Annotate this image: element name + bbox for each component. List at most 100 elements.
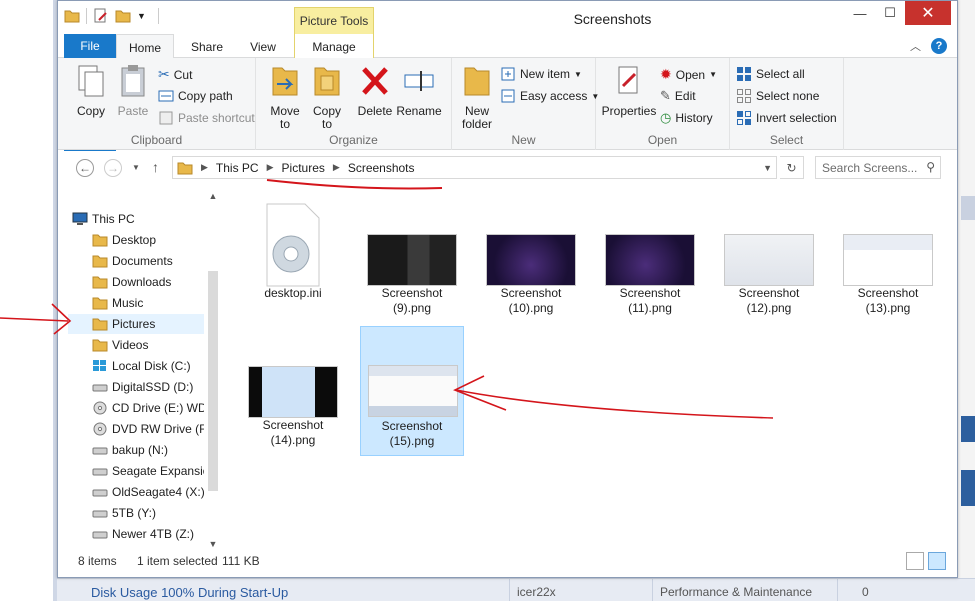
- file-list: desktop.ini Screenshot (9).png Screenshot (1…: [226, 191, 946, 549]
- nav-item-documents[interactable]: Documents: [68, 251, 204, 271]
- help-icon[interactable]: ?: [931, 38, 947, 54]
- tab-share[interactable]: Share: [178, 34, 236, 58]
- ribbon: Copy Paste ✂ Cut Copy path Paste shortcu…: [58, 58, 957, 150]
- file-item[interactable]: desktop.ini: [241, 194, 345, 324]
- copy-to-button[interactable]: Copy to: [304, 64, 350, 131]
- address-bar[interactable]: ▶ This PC ▶ Pictures ▶ Screenshots ▼: [172, 156, 777, 179]
- select-all-button[interactable]: Select all: [736, 66, 805, 82]
- collapse-ribbon-icon[interactable]: ︿: [910, 38, 921, 54]
- rename-icon: [404, 71, 434, 91]
- close-button[interactable]: ✕: [905, 1, 951, 25]
- nav-item-bakup-n[interactable]: bakup (N:): [68, 440, 204, 460]
- edit-button[interactable]: ✎ Edit: [660, 88, 696, 104]
- file-item[interactable]: Screenshot (14).png: [241, 326, 345, 456]
- nav-item-videos[interactable]: Videos: [68, 335, 204, 355]
- scroll-down-icon[interactable]: ▼: [206, 539, 220, 549]
- cut-button[interactable]: ✂ Cut: [158, 66, 192, 83]
- nav-item-label: Newer 4TB (Z:): [112, 527, 195, 541]
- navigation-pane: This PC Desktop Documents Downloads Music Pic…: [68, 191, 220, 549]
- scissors-icon: ✂: [158, 66, 170, 82]
- nav-item-cd-drive-e-wd[interactable]: CD Drive (E:) WD: [68, 398, 204, 418]
- back-arrow-icon: ←: [79, 161, 91, 175]
- large-icons-view-button[interactable]: [928, 552, 946, 570]
- nav-item-music[interactable]: Music: [68, 293, 204, 313]
- copy-button[interactable]: Copy: [68, 64, 114, 118]
- file-item[interactable]: Screenshot (10).png: [479, 194, 583, 324]
- nav-item-this-pc[interactable]: This PC: [68, 209, 204, 229]
- background-page-right: [958, 0, 975, 601]
- address-dropdown-icon[interactable]: ▼: [763, 163, 772, 173]
- file-item[interactable]: Screenshot (12).png: [717, 194, 821, 324]
- nav-item-label: Downloads: [112, 275, 172, 289]
- forum-topic-count: 0: [862, 585, 869, 599]
- drive-icon: [92, 464, 108, 478]
- nav-item-downloads[interactable]: Downloads: [68, 272, 204, 292]
- file-name-line: (15).png: [389, 434, 435, 448]
- nav-item-newer-4tb-z[interactable]: Newer 4TB (Z:): [68, 524, 204, 544]
- properties-button[interactable]: Properties: [600, 64, 658, 118]
- details-view-button[interactable]: [906, 552, 924, 570]
- tab-home[interactable]: Home: [116, 34, 174, 59]
- nav-item-5tb-y[interactable]: 5TB (Y:): [68, 503, 204, 523]
- breadcrumb-screenshots[interactable]: Screenshots: [348, 161, 415, 175]
- file-item[interactable]: Screenshot (11).png: [598, 194, 702, 324]
- drive-icon: [92, 443, 108, 457]
- maximize-button[interactable]: ☐: [875, 1, 905, 25]
- delete-button[interactable]: Delete: [352, 64, 398, 118]
- nav-item-desktop[interactable]: Desktop: [68, 230, 204, 250]
- recent-locations-dropdown-icon[interactable]: ▼: [132, 163, 140, 172]
- up-arrow-icon[interactable]: ↑: [152, 159, 159, 175]
- history-icon: ◷: [660, 110, 672, 125]
- tab-view[interactable]: View: [236, 34, 290, 58]
- new-item-button[interactable]: New item ▼: [500, 66, 582, 82]
- nav-item-pictures[interactable]: Pictures: [68, 314, 204, 334]
- chevron-right-icon: ▶: [332, 162, 340, 172]
- scroll-up-icon[interactable]: ▲: [206, 191, 220, 201]
- open-button[interactable]: ✹ Open ▼: [660, 66, 717, 83]
- new-item-icon: [501, 67, 515, 81]
- nav-item-label: Documents: [112, 254, 173, 268]
- nav-item-local-disk-c[interactable]: Local Disk (C:): [68, 356, 204, 376]
- select-all-icon: [737, 67, 751, 81]
- file-item[interactable]: Screenshot (13).png: [836, 194, 940, 324]
- image-thumbnail: [367, 234, 457, 286]
- rename-button[interactable]: Rename: [396, 64, 442, 118]
- scroll-thumb[interactable]: [208, 271, 218, 491]
- history-button[interactable]: ◷ History: [660, 110, 713, 126]
- delete-label: Delete: [357, 104, 393, 118]
- file-item[interactable]: Screenshot (9).png: [360, 194, 464, 324]
- nav-item-dvd-rw-drive-f[interactable]: DVD RW Drive (F:: [68, 419, 204, 439]
- file-item[interactable]: Screenshot (15).png: [360, 326, 464, 456]
- search-input[interactable]: Search Screens... ⚲: [815, 156, 941, 179]
- selection-size: 111 KB: [222, 554, 260, 568]
- new-folder-label-2: folder: [461, 117, 493, 131]
- nav-item-oldseagate4-x[interactable]: OldSeagate4 (X:): [68, 482, 204, 502]
- copy-path-button[interactable]: Copy path: [158, 88, 233, 104]
- back-button[interactable]: ←: [76, 159, 94, 177]
- nav-item-seagate-expansio[interactable]: Seagate Expansio: [68, 461, 204, 481]
- forward-button[interactable]: →: [104, 159, 122, 177]
- forum-topic-link[interactable]: Disk Usage 100% During Start-Up: [91, 585, 288, 600]
- nav-scrollbar[interactable]: ▲ ▼: [206, 191, 220, 549]
- new-folder-button[interactable]: New folder: [454, 64, 500, 131]
- easy-access-button[interactable]: Easy access ▼: [500, 88, 599, 104]
- breadcrumb-pictures[interactable]: Pictures: [282, 161, 325, 175]
- move-to-button[interactable]: Move to: [262, 64, 308, 131]
- folder-icon: [92, 275, 108, 289]
- forum-topic-user[interactable]: icer22x: [517, 585, 556, 599]
- paste-shortcut-button[interactable]: Paste shortcut: [158, 110, 255, 126]
- select-none-button[interactable]: Select none: [736, 88, 819, 104]
- breadcrumb-this-pc[interactable]: This PC: [216, 161, 259, 175]
- search-icon: ⚲: [926, 160, 935, 174]
- tab-manage[interactable]: Manage: [294, 34, 374, 58]
- chevron-right-icon: ▶: [201, 162, 208, 172]
- invert-selection-button[interactable]: Invert selection: [736, 110, 837, 126]
- minimize-button[interactable]: —: [845, 1, 875, 25]
- image-thumbnail: [843, 234, 933, 286]
- nav-item-digitalssd-d[interactable]: DigitalSSD (D:): [68, 377, 204, 397]
- refresh-button[interactable]: ↻: [780, 156, 804, 179]
- nav-item-label: CD Drive (E:) WD: [112, 401, 204, 415]
- nav-item-label: 5TB (Y:): [112, 506, 157, 520]
- paste-button[interactable]: Paste: [110, 64, 156, 118]
- forum-topic-category[interactable]: Performance & Maintenance: [660, 585, 812, 599]
